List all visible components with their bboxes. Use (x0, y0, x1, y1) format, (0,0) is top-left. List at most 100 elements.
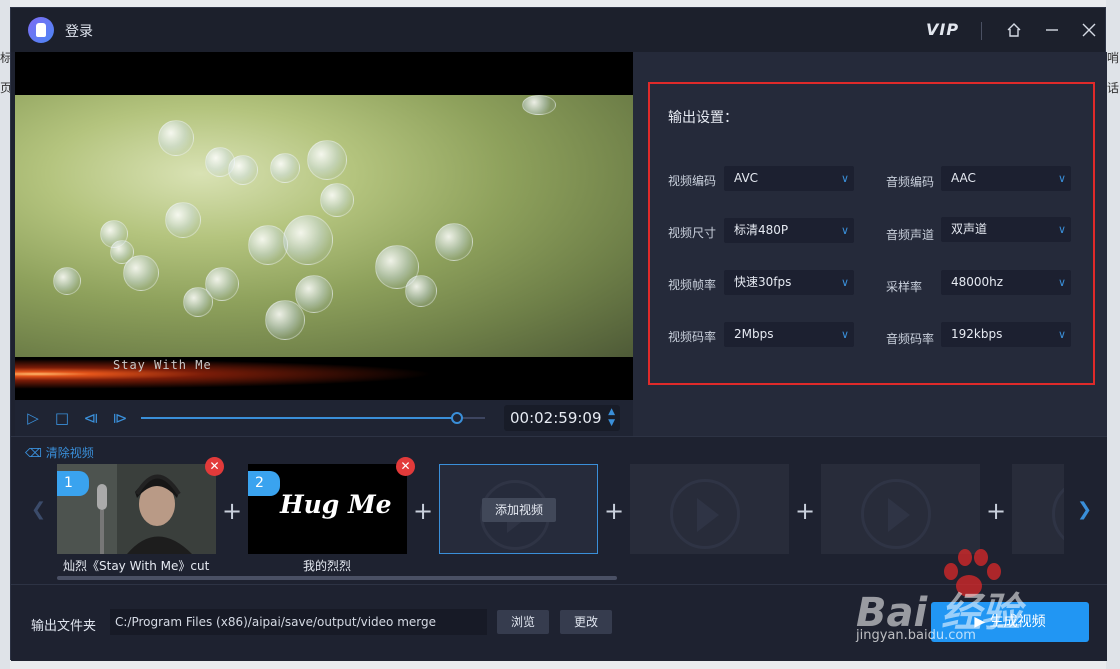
play-icon[interactable]: ▷ (23, 408, 43, 428)
sample-rate-label: 采样率 (886, 280, 923, 294)
change-button[interactable]: 更改 (560, 610, 612, 634)
settings-title: 输出设置： (668, 110, 738, 126)
bubble (248, 225, 288, 265)
background-right-strip: 哨 话 (1106, 0, 1120, 669)
audio-codec-select[interactable]: AAC ∨ (941, 166, 1071, 191)
video-codec-select[interactable]: AVC ∨ (724, 166, 854, 191)
time-value: 00:02:59:09 (510, 409, 602, 427)
video-codec-value: AVC (734, 171, 759, 185)
video-bitrate-value: 2Mbps (734, 327, 774, 341)
frame-rate-label: 视频帧率 (668, 278, 717, 292)
bubble (165, 202, 201, 238)
stop-icon[interactable]: □ (52, 408, 72, 428)
bubble (283, 215, 333, 265)
bubble (270, 153, 300, 183)
scroll-right-icon[interactable]: ❯ (1077, 499, 1092, 520)
background-char: 话 (1107, 81, 1120, 95)
clip-number: 1 (57, 471, 89, 496)
video-size-select[interactable]: 标清480P ∨ (724, 218, 854, 243)
clip-thumbnail-text: Hug Me (280, 490, 392, 519)
video-subtitle: Stay With Me (113, 358, 212, 372)
plus-icon: + (222, 497, 243, 525)
player-controls: ▷ □ ⧏ ⧐ 00:02:59:09 ▲ ▼ (15, 400, 633, 436)
plus-icon: + (604, 497, 625, 525)
chevron-down-icon: ∨ (1057, 223, 1066, 236)
sample-rate-select[interactable]: 48000hz ∨ (941, 270, 1071, 295)
preview-frame (15, 95, 633, 357)
chevron-down-icon: ∨ (1057, 328, 1066, 341)
titlebar: 登录 VIP (11, 8, 1105, 52)
bubble (307, 140, 347, 180)
progress-fill (141, 417, 458, 419)
progress-knob[interactable] (451, 412, 464, 424)
clip-thumbnail[interactable]: 1 (57, 464, 216, 554)
bubble (435, 223, 473, 261)
play-placeholder-icon (1052, 479, 1064, 549)
scroll-left-icon[interactable]: ❮ (31, 499, 46, 520)
clip-name: 我的烈烈 (303, 559, 352, 573)
play-placeholder-icon (670, 479, 740, 549)
empty-clip-slot[interactable] (1012, 464, 1064, 554)
bubble (405, 275, 437, 307)
chevron-down-icon: ∨ (840, 276, 849, 289)
output-path-input[interactable] (110, 609, 487, 635)
close-icon[interactable] (1077, 18, 1101, 42)
audio-channel-value: 双声道 (951, 222, 988, 236)
delete-clip-icon[interactable]: ✕ (396, 457, 415, 476)
audio-bitrate-label: 音频码率 (886, 332, 935, 346)
vip-button[interactable]: VIP (926, 20, 959, 39)
audio-channel-select[interactable]: 双声道 ∨ (941, 217, 1071, 242)
generate-video-button[interactable]: ▶ 生成视频 (931, 602, 1089, 642)
progress-track[interactable] (141, 412, 485, 424)
empty-clip-slot[interactable] (821, 464, 980, 554)
sample-rate-value: 48000hz (951, 275, 1004, 289)
bubble (158, 120, 194, 156)
video-bitrate-select[interactable]: 2Mbps ∨ (724, 322, 854, 347)
next-frame-icon[interactable]: ⧐ (110, 408, 130, 428)
previous-frame-icon[interactable]: ⧏ (81, 408, 101, 428)
output-bar: 输出文件夹 浏览 更改 ▶ 生成视频 (11, 584, 1107, 661)
video-preview[interactable]: Stay With Me (15, 52, 633, 400)
frame-rate-select[interactable]: 快速30fps ∨ (724, 270, 854, 295)
plus-icon: + (986, 497, 1007, 525)
output-settings-panel: 输出设置： 视频编码 AVC ∨ 音频编码 AAC ∨ 视频尺寸 标清480P ∨ 音… (633, 52, 1107, 436)
video-codec-label: 视频编码 (668, 174, 717, 188)
bubble (123, 255, 159, 291)
chevron-down-icon: ∨ (1057, 172, 1066, 185)
time-field[interactable]: 00:02:59:09 ▲ ▼ (504, 405, 620, 431)
clips-area: ⌫ 清除视频 ❮ 1 ✕ 灿烈《Stay With Me》cut + Hug M… (11, 436, 1107, 584)
login-link[interactable]: 登录 (65, 21, 93, 41)
clip-thumbnail[interactable]: Hug Me 2 (248, 464, 407, 554)
bubble (522, 95, 556, 115)
clips-scrollbar[interactable] (57, 576, 617, 580)
video-size-label: 视频尺寸 (668, 226, 717, 240)
app-window: 登录 VIP Stay With Me ▷ □ ⧏ ⧐ 00:02:59:09 … (10, 7, 1107, 661)
play-placeholder-icon (861, 479, 931, 549)
frame-rate-value: 快速30fps (734, 275, 792, 289)
video-size-value: 标清480P (734, 223, 789, 237)
home-icon[interactable] (1002, 18, 1026, 42)
delete-clip-icon[interactable]: ✕ (205, 457, 224, 476)
empty-clip-slot[interactable] (630, 464, 789, 554)
bubble (265, 300, 305, 340)
bubble (183, 287, 213, 317)
clip-name: 灿烈《Stay With Me》cut (63, 559, 210, 573)
clear-videos-label: 清除视频 (45, 446, 94, 460)
audio-codec-label: 音频编码 (886, 175, 935, 189)
bubble (228, 155, 258, 185)
video-bitrate-label: 视频码率 (668, 330, 717, 344)
add-video-button[interactable]: 添加视频 (482, 498, 556, 522)
minimize-icon[interactable] (1040, 18, 1064, 42)
audio-channel-label: 音频声道 (886, 228, 935, 242)
plus-icon: + (413, 497, 434, 525)
audio-bitrate-value: 192kbps (951, 327, 1003, 341)
time-spinner-icon[interactable]: ▲ ▼ (608, 407, 615, 429)
background-left-strip: 标 页 (0, 0, 12, 669)
chevron-down-icon: ∨ (840, 172, 849, 185)
audio-bitrate-select[interactable]: 192kbps ∨ (941, 322, 1071, 347)
trash-icon: ⌫ (25, 446, 42, 460)
add-video-slot[interactable]: 添加视频 (439, 464, 598, 554)
browse-button[interactable]: 浏览 (497, 610, 549, 634)
clear-videos-button[interactable]: ⌫ 清除视频 (25, 444, 94, 461)
bubble (53, 267, 81, 295)
